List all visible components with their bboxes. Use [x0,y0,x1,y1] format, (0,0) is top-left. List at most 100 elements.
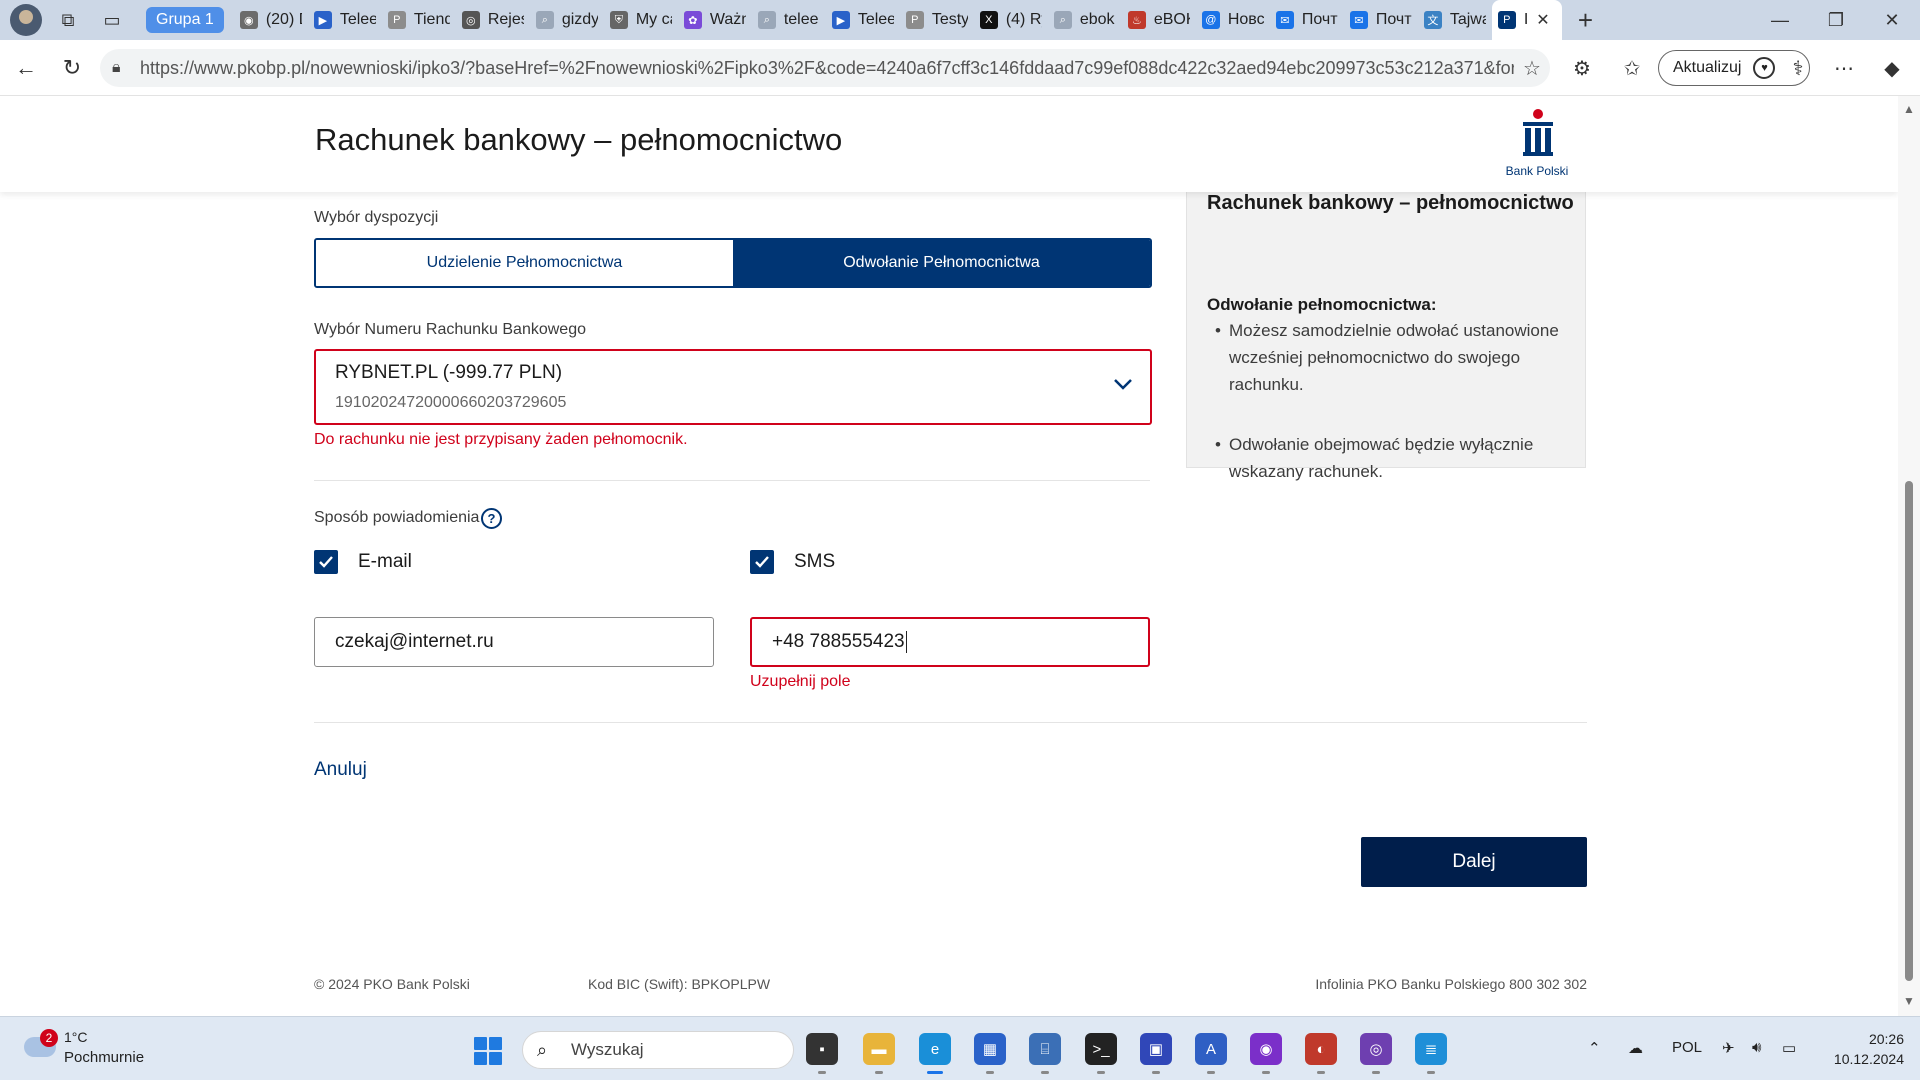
search-icon: ⌕ [1053,11,1072,29]
page-title: Rachunek bankowy – pełnomocnictwo [315,122,843,157]
flame-icon: ♨ [1127,11,1146,29]
reload-icon[interactable]: ↻ [52,48,92,88]
close-window-icon[interactable]: ✕ [1864,0,1920,40]
tab[interactable]: ⌕ gizdy [530,0,604,40]
tab[interactable]: X(4) Ry [974,0,1048,40]
tray-overflow-icon[interactable]: ⌃ [1588,1039,1601,1057]
task-view-icon[interactable]: ▪ [806,1033,838,1074]
tab[interactable]: ◉(20) D [234,0,308,40]
workspaces-icon[interactable]: ⧉ [50,4,86,36]
copilot-icon[interactable]: ◆ [1872,48,1912,88]
favorites-icon[interactable]: ✩ [1614,48,1650,88]
tab[interactable]: P Tiend [382,0,456,40]
email-checkbox[interactable] [314,550,338,574]
onedrive-icon[interactable]: ☁ [1628,1039,1643,1057]
scroll-up-icon[interactable]: ▲ [1903,102,1915,116]
minimize-icon[interactable]: — [1752,0,1808,40]
tab[interactable]: @ Новс [1196,0,1270,40]
taskbar-search[interactable]: ⌕ Wyszukaj [522,1031,794,1069]
page-scrollbar[interactable]: ▲ ▼ [1898,96,1920,1016]
search-icon: ⌕ [757,11,776,29]
favorite-star-icon[interactable]: ☆ [1514,56,1550,81]
notepad-icon[interactable]: ≣ [1415,1033,1447,1074]
taskbar: 2 1°C Pochmurnie ⌕ Wyszukaj ▪ ▬ e ▦ ⌸ >_… [0,1016,1920,1080]
footer-copyright: © 2024 PKO Bank Polski [314,976,470,992]
start-button[interactable] [474,1037,502,1065]
tab[interactable]: ▶ Telee [826,0,900,40]
file-explorer-icon[interactable]: ▬ [863,1033,895,1074]
network-app-icon[interactable]: ⌸ [1029,1033,1061,1074]
editor-app-icon[interactable]: A [1195,1033,1227,1074]
tab[interactable]: ⌕ ebok [1048,0,1122,40]
check-icon [755,556,769,568]
text-caret [905,631,907,653]
tab[interactable]: P Testy [900,0,974,40]
tab[interactable]: ✉ Почт [1270,0,1344,40]
terminal-icon[interactable]: >_ [1085,1033,1117,1074]
tab[interactable]: ⌕ telee [752,0,826,40]
scrollbar-thumb[interactable] [1905,481,1913,981]
url-field[interactable]: 🔒︎ https://www.pkobp.pl/nowewnioski/ipko… [100,49,1550,87]
more-menu-icon[interactable]: ⋯ [1826,48,1862,88]
tab[interactable]: ♨eBOK [1122,0,1196,40]
next-button[interactable]: Dalej [1361,837,1587,887]
eye-icon: ◎ [461,11,480,29]
help-icon[interactable]: ? [481,508,502,529]
airplane-icon[interactable]: ✈ [1722,1039,1735,1057]
account-select[interactable]: RYBNET.PL (-999.77 PLN) 1910202472000066… [314,349,1152,425]
profile-avatar[interactable] [10,4,42,36]
account-name: RYBNET.PL (-999.77 PLN) [335,362,563,383]
lock-icon: 🔒︎ [112,59,121,76]
info-bullet: Odwołanie obejmować będzie wyłącznie wsk… [1215,431,1569,485]
tab[interactable]: ⛨My ca [604,0,678,40]
cancel-link[interactable]: Anuluj [314,759,367,781]
save-disk-icon[interactable]: ▣ [1140,1033,1172,1074]
divider [314,722,1587,723]
restore-icon[interactable]: ❐ [1808,0,1864,40]
scroll-down-icon[interactable]: ▼ [1903,994,1915,1008]
search-icon: ⌕ [537,1039,548,1060]
weather-widget[interactable]: 2 1°C Pochmurnie [20,1029,180,1069]
volume-icon[interactable]: 🔊︎ [1752,1039,1761,1056]
store-icon[interactable]: ▦ [974,1033,1006,1074]
info-bullet: Możesz samodzielnie odwołać ustanowione … [1215,317,1569,398]
extensions-icon[interactable]: ⚙ [1564,48,1600,88]
footer-hotline[interactable]: Infolinia PKO Banku Polskiego 800 302 30… [1308,976,1587,992]
info-panel-title: Rachunek bankowy – pełnomocnictwo [1207,192,1574,214]
media-app-icon[interactable]: ◐ [1305,1033,1337,1074]
phone-field-value: +48 788555423 [772,631,905,652]
tab-group-label[interactable]: Grupa 1 [146,7,224,33]
github-icon[interactable]: ◎ [1360,1033,1392,1074]
tab[interactable]: ◎Rejes [456,0,530,40]
tab[interactable]: ✉ Почт [1344,0,1418,40]
mail-icon: ✉ [1349,11,1368,29]
system-clock[interactable]: 20:26 10.12.2024 [1820,1029,1904,1069]
tab[interactable]: ▶ Telee [308,0,382,40]
chevron-down-icon [1114,379,1132,390]
tab[interactable]: ✿ Ważn [678,0,752,40]
pko-logo[interactable]: Bank Polski [1502,108,1572,184]
edge-icon[interactable]: e [919,1033,951,1074]
tab[interactable]: 文Tajwa [1418,0,1492,40]
new-tab-icon[interactable]: + [1578,5,1593,36]
mail-icon: ✉ [1275,11,1294,29]
email-field[interactable]: czekaj@internet.ru [314,617,714,667]
pko-logo-icon [1523,109,1553,156]
tab-active[interactable]: P I ✕ [1491,0,1562,40]
sms-checkbox[interactable] [750,550,774,574]
keyboard-language[interactable]: POL [1672,1039,1702,1056]
tab-actions-icon[interactable]: ▭ [94,4,130,36]
translate-icon: 文 [1423,11,1442,29]
battery-icon[interactable]: ▭ [1782,1039,1796,1057]
tor-browser-icon[interactable]: ◉ [1250,1033,1282,1074]
clock-date: 10.12.2024 [1833,1051,1904,1067]
browser-essentials-icon[interactable]: ⚕ [1780,48,1816,88]
revoke-proxy-option[interactable]: Odwołanie Pełnomocnictwa [733,240,1150,286]
close-tab-icon[interactable]: ✕ [1536,10,1549,30]
grant-proxy-option[interactable]: Udzielenie Pełnomocnictwa [316,240,733,286]
account-error: Do rachunku nie jest przypisany żaden pe… [314,431,688,448]
back-icon[interactable]: ← [6,48,46,88]
weather-temperature: 1°C [64,1029,88,1045]
check-icon [319,556,333,568]
phone-field[interactable]: +48 788555423 [750,617,1150,667]
